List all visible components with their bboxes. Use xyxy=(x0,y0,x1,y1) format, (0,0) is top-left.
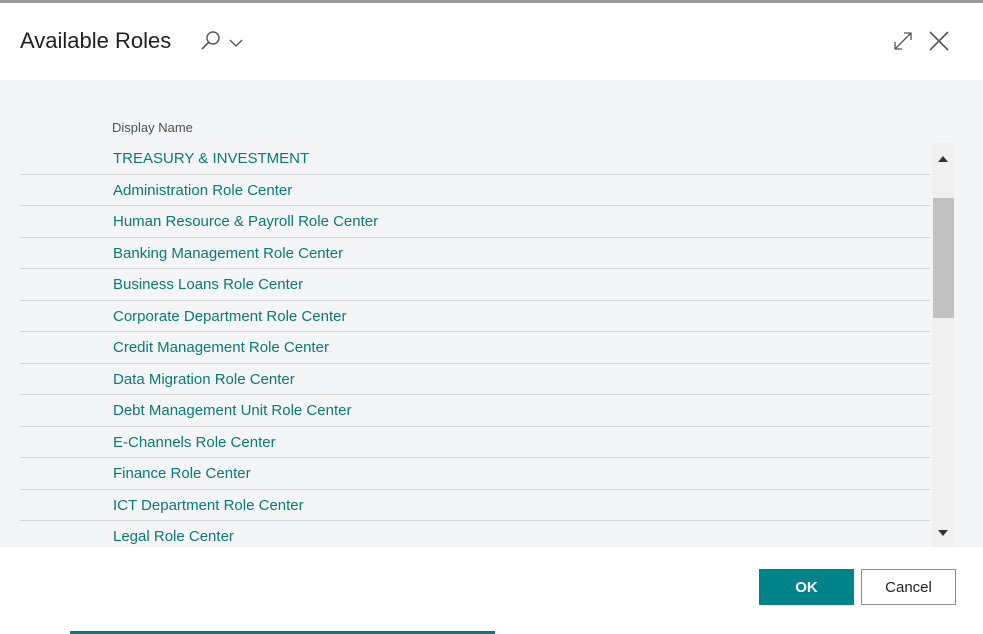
list-item[interactable]: E-Channels Role Center xyxy=(20,427,930,458)
role-name[interactable]: Corporate Department Role Center xyxy=(113,308,346,325)
role-name[interactable]: Credit Management Role Center xyxy=(113,339,329,356)
roles-list: TREASURY & INVESTMENT Administration Rol… xyxy=(20,143,930,547)
cancel-button[interactable]: Cancel xyxy=(861,569,956,605)
role-name[interactable]: Finance Role Center xyxy=(113,465,251,482)
list-item[interactable]: Finance Role Center xyxy=(20,458,930,490)
ok-button[interactable]: OK xyxy=(759,569,854,605)
expand-button[interactable] xyxy=(890,28,916,54)
vertical-scrollbar[interactable] xyxy=(932,143,954,547)
dialog-title: Available Roles xyxy=(20,28,172,53)
chevron-down-icon xyxy=(229,39,243,47)
dialog-footer: OK Cancel xyxy=(0,547,983,634)
role-name[interactable]: Business Loans Role Center xyxy=(113,276,303,293)
scroll-thumb[interactable] xyxy=(933,198,954,318)
list-item[interactable]: TREASURY & INVESTMENT xyxy=(20,143,930,175)
role-name[interactable]: E-Channels Role Center xyxy=(113,434,276,451)
list-item[interactable]: Corporate Department Role Center xyxy=(20,301,930,332)
role-name[interactable]: Data Migration Role Center xyxy=(113,371,295,388)
scroll-down-button[interactable] xyxy=(932,523,954,543)
list-item[interactable]: Data Migration Role Center xyxy=(20,364,930,395)
list-item[interactable]: Administration Role Center xyxy=(20,175,930,206)
search-toggle-button[interactable] xyxy=(198,28,248,56)
role-name[interactable]: Administration Role Center xyxy=(113,182,292,199)
list-item[interactable]: ICT Department Role Center xyxy=(20,490,930,521)
list-item[interactable]: Debt Management Unit Role Center xyxy=(20,395,930,427)
list-item[interactable]: Credit Management Role Center xyxy=(20,332,930,364)
roles-list-area: Display Name TREASURY & INVESTMENT Admin… xyxy=(0,80,983,547)
list-item[interactable]: Human Resource & Payroll Role Center xyxy=(20,206,930,238)
role-name[interactable]: Human Resource & Payroll Role Center xyxy=(113,213,378,230)
role-name[interactable]: ICT Department Role Center xyxy=(113,497,304,514)
triangle-down-icon xyxy=(938,530,948,536)
role-name[interactable]: Legal Role Center xyxy=(113,528,234,545)
role-name[interactable]: Banking Management Role Center xyxy=(113,245,343,262)
list-item[interactable]: Banking Management Role Center xyxy=(20,238,930,269)
role-name[interactable]: TREASURY & INVESTMENT xyxy=(113,150,309,167)
close-icon xyxy=(929,31,949,51)
expand-icon xyxy=(894,32,912,50)
column-header-display-name[interactable]: Display Name xyxy=(112,120,193,135)
list-item[interactable]: Legal Role Center xyxy=(20,521,930,547)
dialog-header: Available Roles xyxy=(0,6,983,80)
list-item[interactable]: Business Loans Role Center xyxy=(20,269,930,301)
scroll-up-button[interactable] xyxy=(932,149,954,169)
role-name[interactable]: Debt Management Unit Role Center xyxy=(113,402,351,419)
available-roles-dialog: Available Roles Display Name TREASURY & … xyxy=(0,0,983,634)
search-icon xyxy=(201,31,220,50)
close-button[interactable] xyxy=(926,28,952,54)
triangle-up-icon xyxy=(938,156,948,162)
